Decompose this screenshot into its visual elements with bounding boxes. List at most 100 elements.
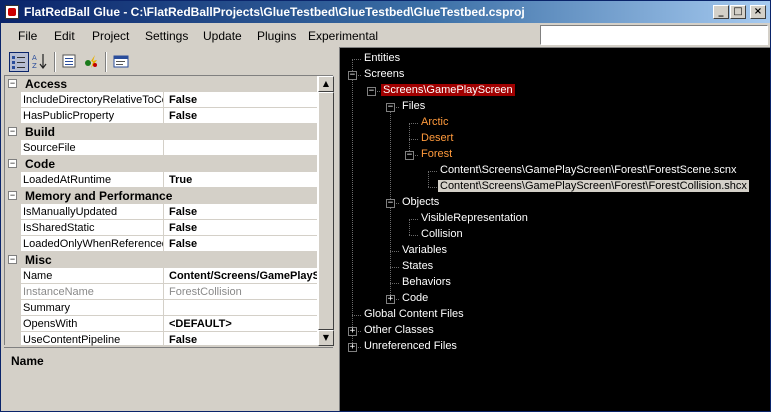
- close-button[interactable]: ×: [750, 5, 766, 19]
- property-grid-scrollbar[interactable]: ▲ ▼: [318, 76, 334, 346]
- property-name[interactable]: Name: [23, 268, 164, 284]
- property-category[interactable]: − Code: [5, 156, 317, 172]
- tree-node-label[interactable]: Collision: [419, 228, 465, 240]
- tree-node-label[interactable]: Unreferenced Files: [362, 340, 459, 352]
- property-row[interactable]: LoadedOnlyWhenReferenced False: [5, 236, 317, 252]
- collapse-icon[interactable]: −: [367, 87, 376, 96]
- menu-update[interactable]: Update: [203, 29, 242, 43]
- property-category[interactable]: − Access: [5, 76, 317, 92]
- tree-node-label[interactable]: Entities: [362, 52, 402, 64]
- property-category[interactable]: − Misc: [5, 252, 317, 268]
- menu-project[interactable]: Project: [92, 29, 129, 43]
- tree-node-label[interactable]: Files: [400, 100, 427, 112]
- scroll-up-button[interactable]: ▲: [318, 76, 334, 92]
- expand-icon[interactable]: +: [348, 327, 357, 336]
- property-row[interactable]: OpensWith <DEFAULT>: [5, 316, 317, 332]
- property-value[interactable]: False: [166, 92, 317, 108]
- property-name[interactable]: HasPublicProperty: [23, 108, 164, 124]
- property-row[interactable]: SourceFile: [5, 140, 317, 156]
- collapse-icon[interactable]: −: [348, 71, 357, 80]
- collapse-icon[interactable]: −: [386, 199, 395, 208]
- events-icon[interactable]: [82, 52, 102, 72]
- property-value[interactable]: <DEFAULT>: [166, 316, 317, 332]
- property-value[interactable]: True: [166, 172, 317, 188]
- tree-node-label[interactable]: Desert: [419, 132, 455, 144]
- menu-edit[interactable]: Edit: [54, 29, 75, 43]
- tree-node-label[interactable]: States: [400, 260, 435, 272]
- collapse-icon[interactable]: −: [8, 191, 17, 200]
- property-category[interactable]: − Build: [5, 124, 317, 140]
- tree-node-label[interactable]: Screens: [362, 68, 406, 80]
- tree-node-label[interactable]: Variables: [400, 244, 449, 256]
- property-value[interactable]: [166, 140, 317, 156]
- menu-settings[interactable]: Settings: [145, 29, 188, 43]
- property-value[interactable]: False: [166, 108, 317, 124]
- tree-node-label[interactable]: Global Content Files: [362, 308, 466, 320]
- property-value[interactable]: False: [166, 204, 317, 220]
- property-name[interactable]: InstanceName: [23, 284, 164, 300]
- collapse-icon[interactable]: −: [386, 103, 395, 112]
- menu-plugins[interactable]: Plugins: [257, 29, 296, 43]
- toolbar-separator-2: [105, 52, 107, 72]
- property-row[interactable]: NameContent/Screens/GamePlayScreen/Fores…: [5, 268, 317, 284]
- menu-file[interactable]: File: [18, 29, 37, 43]
- property-row[interactable]: IncludeDirectoryRelativeToContainerFalse: [5, 92, 317, 108]
- property-row[interactable]: UseContentPipeline False: [5, 332, 317, 346]
- maximize-button[interactable]: □: [730, 5, 746, 19]
- property-name[interactable]: LoadedAtRuntime: [23, 172, 164, 188]
- tree-node-label[interactable]: Content\Screens\GamePlayScreen\Forest\Fo…: [438, 180, 749, 192]
- tree-node-label[interactable]: Objects: [400, 196, 441, 208]
- minimize-button[interactable]: _: [713, 5, 729, 19]
- tree-node-label[interactable]: Arctic: [419, 116, 451, 128]
- alphabetical-icon[interactable]: A Z: [31, 52, 51, 72]
- collapse-icon[interactable]: −: [405, 151, 414, 160]
- collapse-icon[interactable]: −: [8, 255, 17, 264]
- property-row[interactable]: Summary: [5, 300, 317, 316]
- tree-node-label[interactable]: Screens\GamePlayScreen: [381, 84, 515, 96]
- property-value[interactable]: Content/Screens/GamePlayScreen/Forest/Fo…: [166, 268, 317, 284]
- property-row[interactable]: IsManuallyUpdated False: [5, 204, 317, 220]
- property-value[interactable]: False: [166, 332, 317, 346]
- tree-node-label[interactable]: Content\Screens\GamePlayScreen\Forest\Fo…: [438, 164, 739, 176]
- property-pages-icon[interactable]: [60, 52, 80, 72]
- project-tree[interactable]: Entities − Screens − Screens\GamePlayScreen −…: [339, 47, 770, 411]
- tree-node-label[interactable]: Code: [400, 292, 430, 304]
- expand-icon[interactable]: +: [348, 343, 357, 352]
- scroll-down-button[interactable]: ▼: [318, 330, 334, 346]
- property-name[interactable]: Summary: [23, 300, 164, 316]
- property-name[interactable]: IsSharedStatic: [23, 220, 164, 236]
- pages-icon[interactable]: [112, 52, 132, 72]
- tree-node-label[interactable]: Other Classes: [362, 324, 436, 336]
- property-name[interactable]: IsManuallyUpdated: [23, 204, 164, 220]
- property-category[interactable]: − Memory and Performance: [5, 188, 317, 204]
- menu-experimental[interactable]: Experimental: [308, 29, 378, 43]
- property-name[interactable]: UseContentPipeline: [23, 332, 164, 346]
- property-name[interactable]: IncludeDirectoryRelativeToContainer: [23, 92, 164, 108]
- expand-icon[interactable]: +: [386, 295, 395, 304]
- tree-connector: [409, 123, 410, 139]
- property-name[interactable]: OpensWith: [23, 316, 164, 332]
- scroll-thumb[interactable]: [318, 92, 334, 330]
- svg-text:Z: Z: [32, 62, 37, 70]
- property-row[interactable]: LoadedAtRuntime True: [5, 172, 317, 188]
- tree-node-label[interactable]: Forest: [419, 148, 454, 160]
- property-value[interactable]: False: [166, 220, 317, 236]
- collapse-icon[interactable]: −: [8, 159, 17, 168]
- collapse-icon[interactable]: −: [8, 79, 17, 88]
- property-value[interactable]: False: [166, 236, 317, 252]
- title-bar[interactable]: FlatRedBall Glue - C:\FlatRedBallProject…: [1, 1, 770, 23]
- property-name[interactable]: LoadedOnlyWhenReferenced: [23, 236, 164, 252]
- property-value[interactable]: ForestCollision: [166, 284, 317, 300]
- tree-node-label[interactable]: Behaviors: [400, 276, 453, 288]
- collapse-icon[interactable]: −: [8, 127, 17, 136]
- tree-connector: [409, 235, 418, 236]
- property-name[interactable]: SourceFile: [23, 140, 164, 156]
- property-value[interactable]: [166, 300, 317, 316]
- tree-node-label[interactable]: VisibleRepresentation: [419, 212, 530, 224]
- search-input[interactable]: [540, 25, 768, 45]
- categorized-icon[interactable]: [9, 52, 29, 72]
- tree-connector: [390, 251, 399, 252]
- property-row[interactable]: InstanceName ForestCollision: [5, 284, 317, 300]
- property-row[interactable]: IsSharedStatic False: [5, 220, 317, 236]
- property-row[interactable]: HasPublicProperty False: [5, 108, 317, 124]
